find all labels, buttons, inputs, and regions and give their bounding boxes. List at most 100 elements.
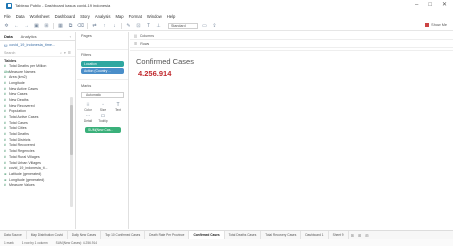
color-button[interactable]: ⁝⁝ Color: [81, 102, 95, 112]
text-button[interactable]: T Text: [111, 102, 125, 112]
labels-icon[interactable]: T: [145, 22, 152, 29]
datasource-item[interactable]: ⛁ covid_19_indonesia_time...: [0, 41, 75, 49]
field-label: Measure Values: [9, 183, 35, 188]
confirmed-cases-value[interactable]: 4.256.914: [138, 69, 171, 78]
menu-help[interactable]: Help: [167, 14, 176, 19]
field-label: Area (km2): [9, 75, 27, 80]
menu-bar: File Data Worksheet Dashboard Story Anal…: [4, 13, 175, 20]
sort-asc-icon[interactable]: ↑: [101, 22, 108, 29]
menu-format[interactable]: Format: [129, 14, 142, 19]
field-label: Longitude (generated): [9, 177, 45, 182]
data-pane-scrollbar[interactable]: [70, 97, 73, 207]
marks-card: Marks Automatic ⁝⁝ Color ◦ Size T Text ⋯…: [77, 80, 128, 133]
highlight-icon[interactable]: ✎: [125, 22, 132, 29]
show-me-button[interactable]: Show Me: [425, 23, 447, 27]
title-bar: Tableau Public - Dashboard kasus covid-1…: [0, 0, 453, 11]
marks-pill-sum-new-cases[interactable]: SUM(New Cas...: [85, 126, 121, 133]
field-list: # Total Deaths per Million Abc Measure Name…: [0, 63, 75, 188]
status-marks: 1 mark: [4, 240, 14, 245]
window-title: Tableau Public - Dashboard kasus covid-1…: [15, 3, 111, 8]
menu-worksheet[interactable]: Worksheet: [30, 14, 50, 19]
detail-label: Detail: [83, 118, 93, 123]
minimize-button[interactable]: –: [415, 2, 418, 8]
filter-pill-location[interactable]: Location: [81, 60, 124, 67]
duplicate-sheet-icon[interactable]: ⧉: [67, 22, 74, 29]
close-button[interactable]: ✕: [442, 2, 447, 8]
canvas-area[interactable]: [130, 50, 453, 220]
fix-axes-icon[interactable]: ⊥: [155, 22, 162, 29]
presentation-icon[interactable]: ▭: [201, 22, 208, 29]
window-controls: – □ ✕: [415, 2, 447, 8]
field-label: New Cases: [9, 92, 28, 97]
tab-analytics[interactable]: Analytics: [17, 34, 41, 39]
menu-data[interactable]: Data: [16, 14, 25, 19]
detail-button[interactable]: ⋯ Detail: [81, 113, 95, 123]
menu-window[interactable]: Window: [147, 14, 162, 19]
field-label: Total Urban Villages: [9, 160, 41, 165]
datasource-name: covid_19_indonesia_time...: [9, 43, 56, 47]
field-label: Total Deaths per Million: [9, 63, 47, 68]
sheet-title: Confirmed Cases: [136, 57, 194, 66]
search-input[interactable]: Search: [4, 51, 58, 55]
new-sheet-icon[interactable]: ▦: [57, 22, 64, 29]
size-label: Size: [99, 107, 107, 112]
menu-file[interactable]: File: [4, 14, 11, 19]
mark-type-select[interactable]: Automatic: [81, 92, 124, 98]
menu-analysis[interactable]: Analysis: [95, 14, 111, 19]
sort-desc-icon[interactable]: ↓: [111, 22, 118, 29]
tableau-home-icon[interactable]: ✲: [3, 22, 10, 29]
filter-pill-action[interactable]: Action (Country ...: [81, 68, 124, 74]
field-label: New Deaths: [9, 97, 29, 102]
menu-dashboard[interactable]: Dashboard: [55, 14, 76, 19]
field-item[interactable]: # Measure Values: [4, 182, 75, 188]
view-size-select[interactable]: Standard: [168, 22, 198, 29]
field-label: Total Recovered: [9, 143, 35, 148]
tab-data[interactable]: Data: [0, 34, 17, 39]
tooltip-button[interactable]: ▭ Tooltip: [96, 113, 110, 123]
database-icon: ⛁: [4, 43, 8, 48]
field-label: Total Regencies: [9, 149, 35, 154]
new-worksheet-icon[interactable]: ⊞: [349, 233, 356, 238]
pages-card: Pages: [77, 32, 128, 50]
save-icon[interactable]: ▣: [33, 22, 40, 29]
toolbar-divider: [87, 22, 88, 29]
new-story-icon[interactable]: ⊞: [363, 233, 370, 238]
group-icon[interactable]: ⊡: [135, 22, 142, 29]
chevron-left-icon[interactable]: ‹: [70, 34, 71, 39]
worksheet-view: ||| Columns ☰ Rows Confirmed Cases 4.256…: [130, 32, 453, 229]
columns-icon: |||: [134, 33, 137, 38]
undo-icon[interactable]: ←: [13, 22, 20, 29]
tableau-logo-icon: [6, 2, 12, 9]
redo-icon[interactable]: →: [23, 22, 30, 29]
field-label: covid_19_indonesia_ti...: [9, 166, 48, 171]
menu-map[interactable]: Map: [115, 14, 123, 19]
text-label: Text: [115, 107, 121, 112]
share-icon[interactable]: ⇪: [211, 22, 218, 29]
maximize-button[interactable]: □: [428, 2, 432, 8]
field-label: Population: [9, 109, 26, 114]
view-options-icon[interactable]: ☰: [68, 51, 71, 55]
show-me-label: Show Me: [431, 23, 447, 27]
swap-icon[interactable]: ⇄: [91, 22, 98, 29]
scrollbar-thumb[interactable]: [70, 105, 73, 155]
new-dashboard-icon[interactable]: ⊞: [356, 233, 363, 238]
status-bar: 1 mark 1 row by 1 column SUM(New Cases):…: [0, 239, 453, 246]
toolbar-divider: [121, 22, 122, 29]
size-button[interactable]: ◦ Size: [96, 102, 110, 112]
data-pane-tabs: Data Analytics ‹: [0, 32, 75, 41]
new-datasource-icon[interactable]: ⊞: [43, 22, 50, 29]
menu-story[interactable]: Story: [80, 14, 90, 19]
columns-shelf[interactable]: ||| Columns: [130, 32, 453, 40]
sheet-tab-bar: Data Source Map Distribution Covid Daily N…: [0, 230, 453, 240]
rows-icon: ☰: [134, 41, 138, 46]
search-icon[interactable]: ⌕: [60, 51, 62, 55]
filter-icon[interactable]: ▾: [64, 51, 66, 55]
field-label: Total Cases: [9, 120, 28, 125]
field-search: Search ⌕ ▾ ☰: [0, 49, 75, 57]
data-pane: Data Analytics ‹ ⛁ covid_19_indonesia_ti…: [0, 32, 76, 229]
clear-sheet-icon[interactable]: ⌫: [77, 22, 84, 29]
field-label: New Active Cases: [9, 86, 38, 91]
toolbar: ✲ ← → ▣ ⊞ ▦ ⧉ ⌫ ⇄ ↑ ↓ ✎ ⊡ T ⊥ Standard ▭…: [0, 21, 453, 31]
filters-title: Filters: [81, 53, 92, 57]
rows-shelf[interactable]: ☰ Rows: [130, 40, 453, 48]
